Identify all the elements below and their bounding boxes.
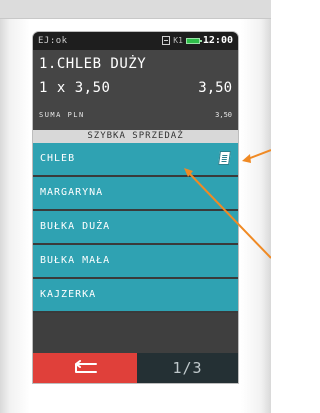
printer-icon: [162, 36, 171, 45]
quick-sale-label: CHLEB: [40, 153, 76, 164]
quick-sale-button-chleb[interactable]: CHLEB: [33, 143, 238, 177]
back-arrow-icon: [75, 360, 97, 373]
document-icon[interactable]: [218, 151, 231, 165]
device-top-bezel: [0, 0, 271, 19]
quick-sale-label: MARGARYNA: [40, 187, 104, 198]
quick-sale-list: CHLEB MARGARYNA BUŁKA DUŻA BUŁKA MAŁA KA…: [33, 143, 238, 313]
quick-sale-label: KAJZERKA: [40, 289, 97, 300]
sum-label: SUMA PLN: [39, 111, 85, 119]
quick-sale-button-bulka-duza[interactable]: BUŁKA DUŻA: [33, 211, 238, 245]
item-name: 1.CHLEB DUŻY: [39, 56, 147, 72]
back-button[interactable]: [33, 353, 137, 383]
pos-screen: EJ:ok K1 12:00 1.CHLEB DUŻY 1 x 3,50 3,5…: [33, 32, 238, 383]
bottom-bar: 1/3: [33, 353, 238, 383]
quick-sale-label: BUŁKA MAŁA: [40, 255, 111, 266]
status-bar: EJ:ok K1 12:00: [33, 32, 238, 50]
line-total: 3,50: [198, 80, 232, 96]
status-icons: K1 12:00: [162, 35, 233, 46]
battery-icon: [185, 37, 202, 44]
quick-sale-button-margaryna[interactable]: MARGARYNA: [33, 177, 238, 211]
journal-status: EJ:ok: [38, 36, 68, 46]
quick-sale-header: SZYBKA SPRZEDAŻ: [33, 130, 238, 143]
page-indicator: 1/3: [137, 353, 238, 383]
quick-sale-button-bulka-mala[interactable]: BUŁKA MAŁA: [33, 245, 238, 279]
sum-value: 3,50: [215, 111, 232, 119]
quick-sale-button-kajzerka[interactable]: KAJZERKA: [33, 279, 238, 313]
quick-sale-label: BUŁKA DUŻA: [40, 221, 111, 232]
receipt-display: 1.CHLEB DUŻY 1 x 3,50 3,50 SUMA PLN 3,50: [33, 50, 238, 130]
clock: 12:00: [202, 35, 233, 46]
printer-label: K1: [173, 36, 183, 45]
quantity-line: 1 x 3,50: [39, 80, 111, 96]
